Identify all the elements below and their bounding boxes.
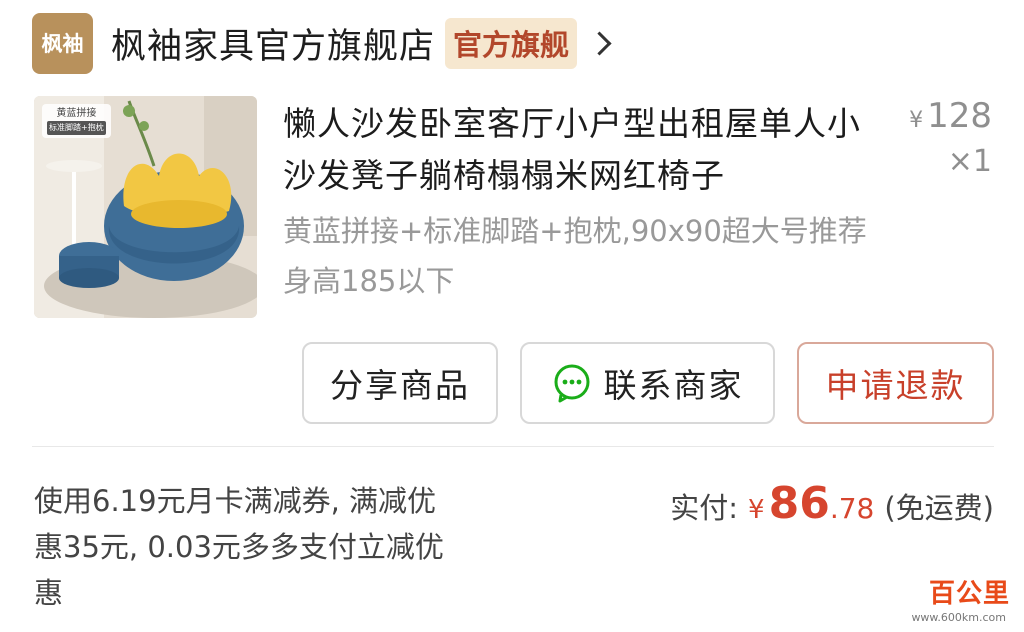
share-product-label: 分享商品	[330, 366, 470, 405]
contact-seller-label: 联系商家	[603, 366, 744, 405]
product-title[interactable]: 懒人沙发卧室客厅小户型出租屋单人小沙发凳子躺椅榻榻米网红椅子	[283, 98, 873, 202]
promo-description: 使用6.19元月卡满减券, 满减优惠35元, 0.03元多多支付立减优惠	[34, 484, 444, 610]
paid-label: 实付:	[670, 491, 739, 525]
wechat-chat-icon	[554, 364, 589, 403]
paid-amount: 实付: ¥ 86 .78 (免运费)	[670, 478, 994, 529]
image-variant-tag-label: 黄蓝拼接	[56, 108, 97, 119]
request-refund-button[interactable]: 申请退款	[797, 342, 994, 424]
product-price: ¥128	[909, 96, 992, 136]
contact-seller-button[interactable]: 联系商家	[520, 342, 775, 424]
watermark-logo: 百公里	[928, 579, 1010, 609]
image-variant-tag-sub: 标准脚踏+抱枕	[47, 121, 106, 135]
site-watermark: 百公里 www.600km.com	[896, 579, 1016, 626]
product-spec: 黄蓝拼接+标准脚踏+抱枕,90x90超大号推荐身高185以下	[283, 214, 867, 298]
paid-integer: 86	[768, 478, 830, 529]
paid-decimal: .78	[829, 492, 875, 525]
price-currency: ¥	[909, 108, 924, 133]
product-quantity: ×1	[947, 144, 992, 179]
image-variant-tag: 黄蓝拼接 标准脚踏+抱枕	[42, 104, 111, 138]
request-refund-label: 申请退款	[825, 366, 966, 405]
paid-currency: ¥	[748, 495, 765, 525]
shipping-note: (免运费)	[884, 491, 994, 525]
official-flagship-badge: 官方旗舰	[445, 17, 578, 69]
shop-header[interactable]: 枫袖 枫袖家具官方旗舰店 官方旗舰	[32, 12, 992, 74]
watermark-url: www.600km.com	[911, 611, 1006, 624]
share-product-button[interactable]: 分享商品	[302, 342, 498, 424]
shop-logo[interactable]: 枫袖	[32, 12, 93, 74]
price-value: 128	[927, 96, 992, 136]
product-image[interactable]: 黄蓝拼接 标准脚踏+抱枕	[34, 96, 257, 318]
section-divider	[32, 446, 994, 447]
shop-name[interactable]: 枫袖家具官方旗舰店	[111, 18, 435, 69]
chevron-right-icon[interactable]	[587, 30, 612, 56]
